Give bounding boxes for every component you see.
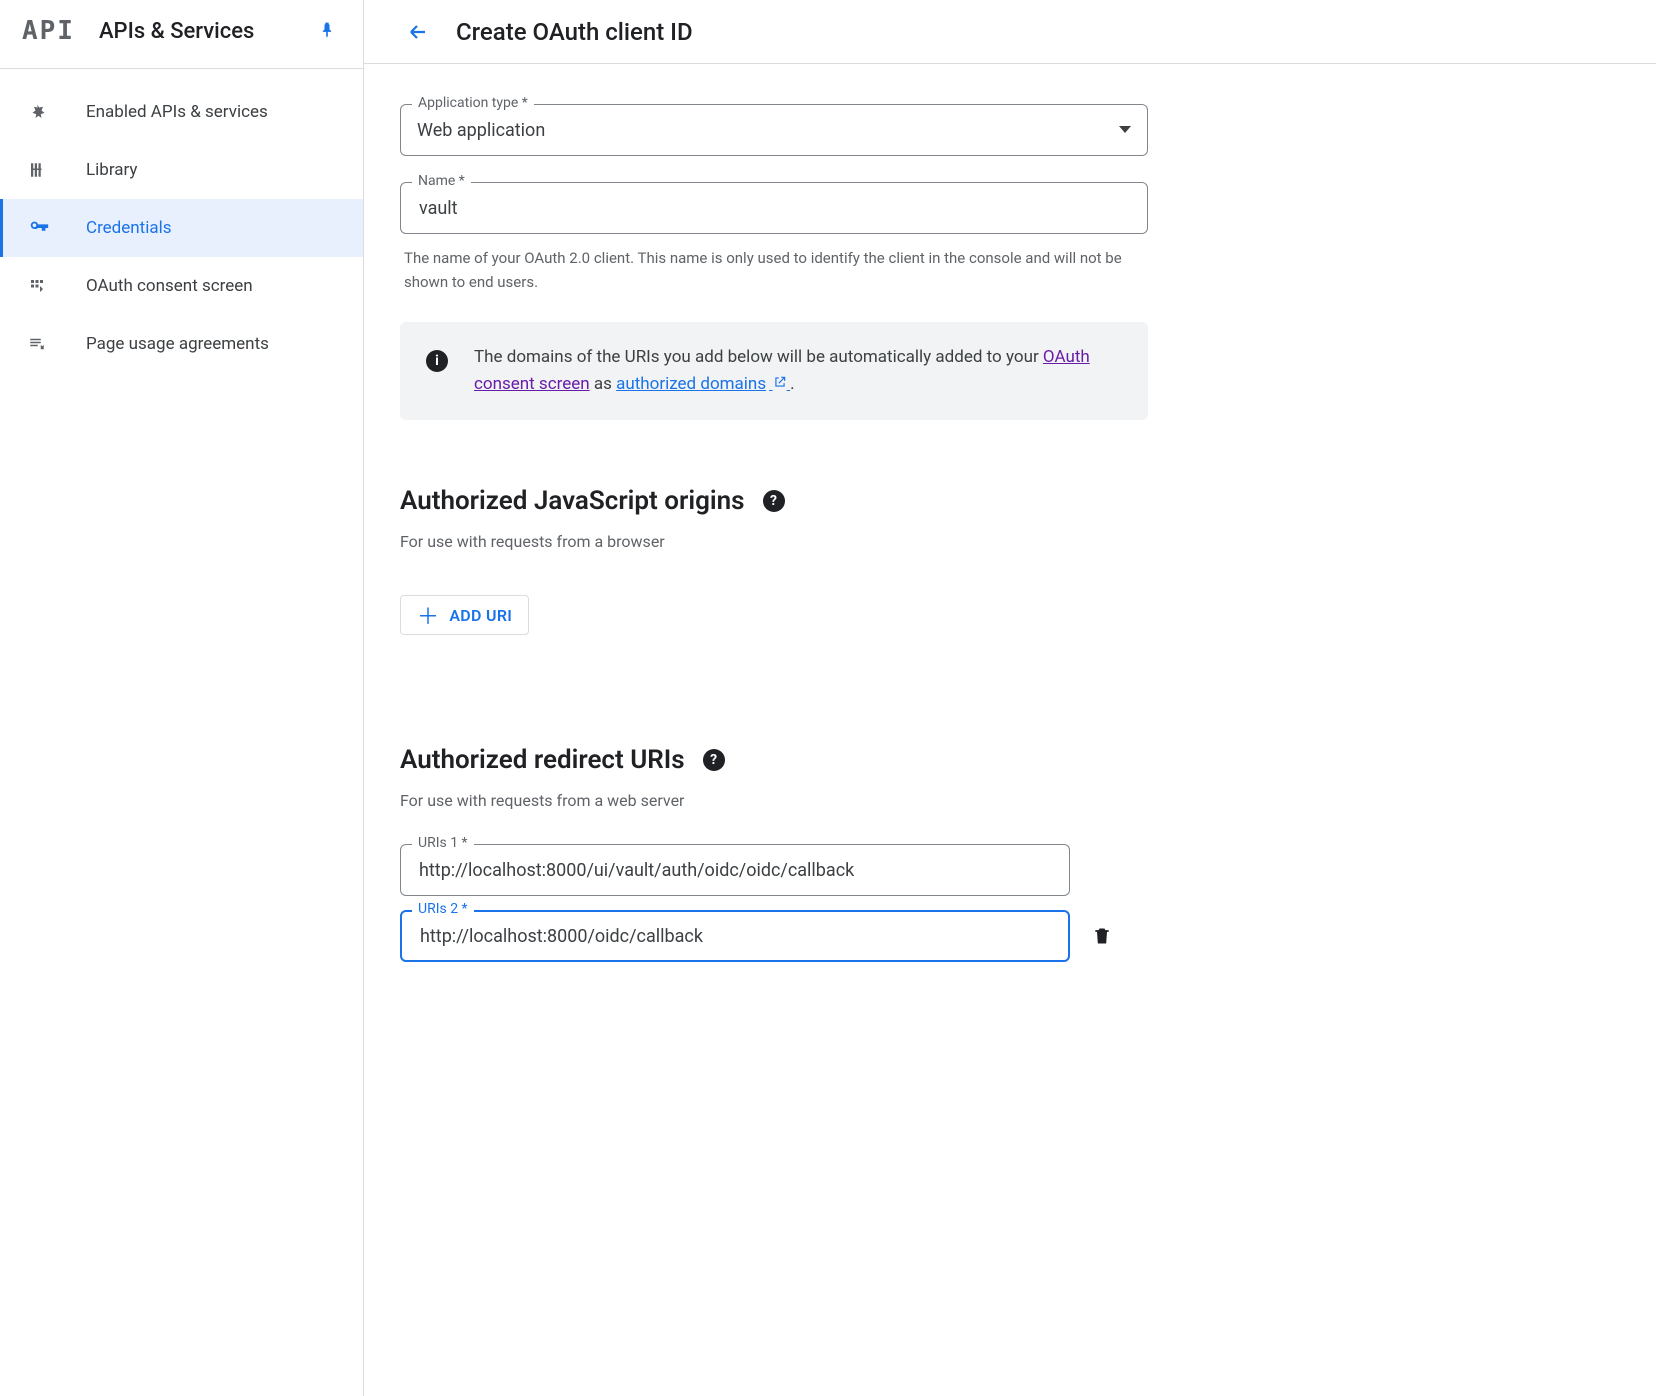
application-type-field: Application type * Web application: [400, 104, 1148, 156]
info-box: i The domains of the URIs you add below …: [400, 322, 1148, 420]
sidebar-item-label: Credentials: [86, 218, 172, 238]
back-arrow-icon[interactable]: [400, 14, 436, 50]
uri1-label: URIs 1 *: [412, 835, 474, 851]
redirect-uri-row: URIs 2 *: [400, 910, 1148, 962]
sidebar-item-label: Enabled APIs & services: [86, 102, 268, 122]
uri2-input[interactable]: [418, 912, 1052, 960]
external-link-icon: [769, 376, 790, 392]
sidebar-item-label: Page usage agreements: [86, 334, 269, 354]
application-type-value: Web application: [417, 120, 545, 141]
uri2-input-wrapper: [400, 910, 1070, 962]
name-input[interactable]: [417, 183, 1131, 233]
enabled-apis-icon: [28, 103, 86, 121]
library-icon: [28, 161, 86, 179]
pin-icon[interactable]: [317, 21, 337, 41]
info-icon: i: [426, 350, 448, 372]
name-input-wrapper: [400, 182, 1148, 234]
sidebar-item-credentials[interactable]: Credentials: [0, 199, 363, 257]
application-type-select[interactable]: Web application: [400, 104, 1148, 156]
js-origins-title: Authorized JavaScript origins: [400, 486, 745, 516]
agreements-icon: [28, 335, 86, 353]
sidebar-nav: Enabled APIs & services Library Credenti…: [0, 69, 363, 373]
name-helper: The name of your OAuth 2.0 client. This …: [404, 246, 1144, 294]
sidebar-item-agreements[interactable]: Page usage agreements: [0, 315, 363, 373]
js-origins-subtitle: For use with requests from a browser: [400, 532, 1148, 551]
add-uri-label: ADD URI: [449, 606, 512, 625]
redirect-title: Authorized redirect URIs: [400, 745, 685, 775]
info-text: The domains of the URIs you add below wi…: [474, 344, 1122, 398]
sidebar-item-enabled-apis[interactable]: Enabled APIs & services: [0, 83, 363, 141]
sidebar-item-consent[interactable]: OAuth consent screen: [0, 257, 363, 315]
uri1-input-wrapper: [400, 844, 1070, 896]
help-icon[interactable]: ?: [763, 490, 785, 512]
help-icon[interactable]: ?: [703, 749, 725, 771]
main: Create OAuth client ID Application type …: [364, 0, 1656, 1396]
uri2-label: URIs 2 *: [412, 901, 474, 917]
sidebar-item-label: OAuth consent screen: [86, 276, 253, 296]
sidebar-title: APIs & Services: [99, 19, 317, 44]
application-type-label: Application type *: [412, 95, 534, 111]
name-field: Name *: [400, 182, 1148, 234]
delete-icon[interactable]: [1092, 925, 1112, 947]
authorized-domains-link[interactable]: authorized domains: [616, 374, 790, 394]
sidebar: API APIs & Services Enabled APIs & servi…: [0, 0, 364, 1396]
key-icon: [28, 217, 86, 239]
plus-icon: ＋: [417, 599, 439, 631]
add-js-uri-button[interactable]: ＋ ADD URI: [400, 595, 529, 635]
redirect-uri-row: URIs 1 *: [400, 844, 1148, 896]
sidebar-header: API APIs & Services: [0, 10, 363, 69]
name-label: Name *: [412, 173, 471, 189]
sidebar-item-library[interactable]: Library: [0, 141, 363, 199]
redirect-subtitle: For use with requests from a web server: [400, 791, 1148, 810]
page-title: Create OAuth client ID: [456, 18, 693, 46]
sidebar-item-label: Library: [86, 160, 137, 180]
consent-icon: [28, 277, 86, 295]
uri1-input[interactable]: [417, 845, 1053, 895]
js-origins-section: Authorized JavaScript origins ? For use …: [400, 486, 1148, 635]
chevron-down-icon: [1119, 126, 1131, 134]
main-header: Create OAuth client ID: [364, 0, 1656, 64]
api-logo: API: [22, 16, 75, 46]
redirect-uris-section: Authorized redirect URIs ? For use with …: [400, 745, 1148, 962]
